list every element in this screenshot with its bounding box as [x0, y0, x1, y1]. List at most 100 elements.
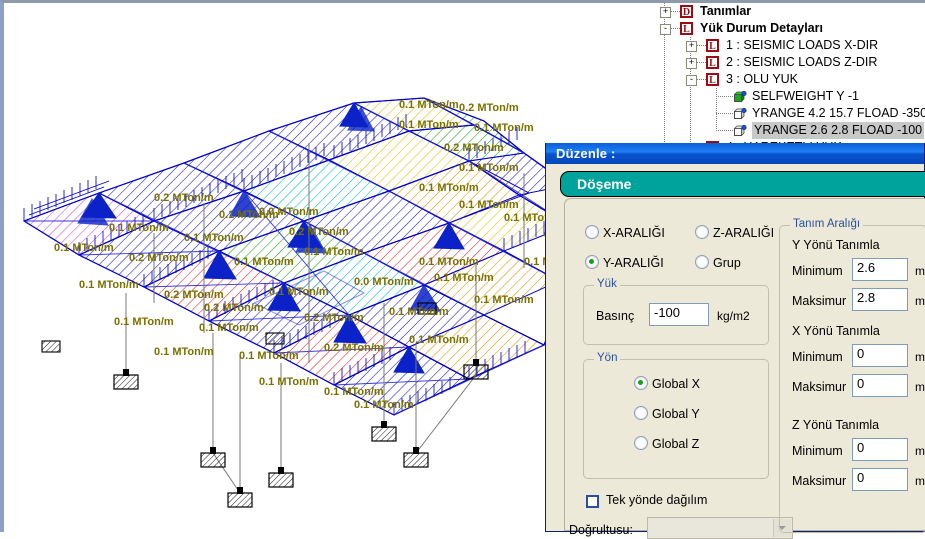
tree-node-icon-l: L [680, 22, 693, 35]
direction-groupbox: Yön Global X Global Y Global Z [583, 352, 769, 479]
tree-row[interactable]: -L 3 : OLU YUK [655, 71, 925, 88]
load-label: 0.2 MTon/m [154, 192, 214, 204]
edit-dialog[interactable]: Düzenle : Döşeme X-ARALIĞI Z-ARALIĞI Y-A… [545, 143, 925, 539]
y-max-label: Maksimur [792, 294, 847, 308]
load-label: 0.2 MTon/m [304, 312, 364, 324]
radio-x-araligi-label: X-ARALIĞI [603, 226, 665, 240]
radio-global-y-label: Global Y [652, 407, 700, 421]
radio-y-araligi-dot [585, 255, 599, 269]
radio-global-x-label: Global X [652, 377, 700, 391]
orientation-label: Doğrultusu: [569, 523, 633, 537]
radio-global-z-dot [634, 436, 648, 450]
tab-page-content: X-ARALIĞI Z-ARALIĞI Y-ARALIĞI Grup Yük B… [564, 198, 925, 539]
load-label: 0.1 MTon/m [399, 99, 459, 111]
load-label: 0.2 MTon/m [459, 102, 519, 114]
load-label: 0.1 MTon/m [409, 334, 469, 346]
tree-connector [716, 113, 733, 114]
dialog-title-bar: Düzenle : [546, 143, 924, 164]
radio-grup-dot [695, 255, 709, 269]
tree-row[interactable]: YRANGE 4.2 15.7 FLOAD -350 [655, 105, 925, 122]
x-min-input[interactable]: 0 [852, 344, 908, 367]
load-label: 0.1 MTon/m [474, 294, 534, 306]
direction-groupbox-caption: Yön [594, 352, 621, 364]
load-label: 0.2 MTon/m [204, 302, 264, 314]
tree-node-icon-l: L [706, 56, 719, 69]
tree-row[interactable]: YRANGE 2.6 2.8 FLOAD -100 [655, 122, 925, 139]
x-max-label: Maksimur [792, 380, 847, 394]
x-direction-header: X Yönü Tanımla [792, 324, 880, 338]
pressure-label: Basınç [596, 309, 635, 323]
y-max-input[interactable]: 2.8 [852, 288, 908, 311]
z-min-label: Minimum [792, 444, 843, 458]
radio-z-araligi[interactable]: Z-ARALIĞI [695, 225, 774, 240]
tree-connector [716, 96, 733, 97]
box-green-icon [733, 90, 747, 103]
tree-expander-plus-icon[interactable]: + [660, 7, 671, 18]
tree-row[interactable]: + L 1 : SEISMIC LOADS X-DIR [655, 37, 925, 54]
y-min-input[interactable]: 2.6 [852, 258, 908, 281]
y-max-unit: m [915, 294, 925, 308]
z-min-unit: m [915, 444, 925, 458]
box-blue-icon [733, 124, 747, 137]
load-label: 0.1 MTon/m [354, 399, 414, 411]
one-way-checkbox-label: Tek yönde dağılım [606, 493, 708, 507]
tree-expander-plus-icon[interactable]: + [686, 41, 697, 52]
pressure-input[interactable]: -100 [649, 303, 709, 326]
load-label: 0.1 MTon/m [234, 256, 294, 268]
pressure-unit: kg/m2 [717, 309, 750, 323]
y-direction-header: Y Yönü Tanımla [792, 238, 880, 252]
one-way-checkbox[interactable] [586, 495, 599, 508]
z-max-input[interactable]: 0 [852, 468, 908, 491]
radio-global-z[interactable]: Global Z [634, 436, 699, 451]
load-label: 0.2 MTon/m [129, 252, 189, 264]
load-label: 0.1 MTon/m [304, 246, 364, 258]
tree-item-label: YRANGE 4.2 15.7 FLOAD -350 [752, 106, 925, 120]
radio-grup[interactable]: Grup [695, 255, 741, 270]
x-min-unit: m [915, 350, 925, 364]
orientation-combo[interactable] [647, 517, 793, 539]
tree-expander-minus-icon[interactable]: - [660, 24, 671, 35]
load-label: 0.1 MTon/m [54, 242, 114, 254]
definition-range-groupbox: Tanım Aralığı Y Yönü Tanımla Minimum 2.6… [779, 218, 925, 533]
radio-x-araligi[interactable]: X-ARALIĞI [585, 225, 665, 240]
load-label: 0.1 MTon/m [184, 232, 244, 244]
tree-row[interactable]: + D Tanımlar [655, 3, 925, 20]
x-max-input[interactable]: 0 [852, 374, 908, 397]
load-label: 0.1 MTon/m [399, 119, 459, 131]
load-label: 0.1 MTon/m [114, 316, 174, 328]
y-min-label: Minimum [792, 264, 843, 278]
tree-item-label: 3 : OLU YUK [726, 72, 799, 86]
tree-expander-minus-icon[interactable]: - [686, 75, 697, 86]
load-label: 0.1 MTon/m [474, 122, 534, 134]
tab-dosema[interactable]: Döşeme [560, 171, 925, 197]
tree-row[interactable]: + L 2 : SEISMIC LOADS Z-DIR [655, 54, 925, 71]
load-label: 0.1 MTon/m [389, 306, 449, 318]
load-label: 0.1 MTon/m [239, 350, 299, 362]
radio-y-araligi-label: Y-ARALIĞI [603, 256, 664, 270]
radio-y-araligi[interactable]: Y-ARALIĞI [585, 255, 664, 270]
z-direction-header: Z Yönü Tanımla [792, 418, 880, 432]
tree-row[interactable]: SELFWEIGHT Y -1 [655, 88, 925, 105]
z-min-input[interactable]: 0 [852, 438, 908, 461]
load-label: 0.1 MTon/m [259, 376, 319, 388]
load-label: 0.2 MTon/m [324, 342, 384, 354]
tree-row[interactable]: - L Yük Durum Detayları [655, 20, 925, 37]
load-label: 0.1 MTon/m [324, 386, 384, 398]
tree-expander-plus-icon[interactable]: + [686, 58, 697, 69]
tree-connector [716, 130, 733, 131]
load-label: 0.2 MTon/m [444, 142, 504, 154]
z-max-unit: m [915, 474, 925, 488]
radio-global-x[interactable]: Global X [634, 376, 700, 391]
tree-node-icon-l: L [706, 39, 719, 52]
tree-item-label: Yük Durum Detayları [700, 21, 823, 35]
tree-item-label: SELFWEIGHT Y -1 [752, 89, 859, 103]
tree-item-label: YRANGE 2.6 2.8 FLOAD -100 [752, 122, 925, 139]
radio-global-y[interactable]: Global Y [634, 406, 700, 421]
load-label: 0.2 MTon/m [289, 226, 349, 238]
dialog-body: Döşeme X-ARALIĞI Z-ARALIĞI Y-ARALIĞI Gru… [546, 164, 925, 539]
tree-node-icon-l: L [706, 73, 719, 86]
box-blue-icon [733, 107, 747, 120]
x-min-label: Minimum [792, 350, 843, 364]
radio-x-araligi-dot [585, 225, 599, 239]
load-label: 0.0 MTon/m [259, 206, 319, 218]
